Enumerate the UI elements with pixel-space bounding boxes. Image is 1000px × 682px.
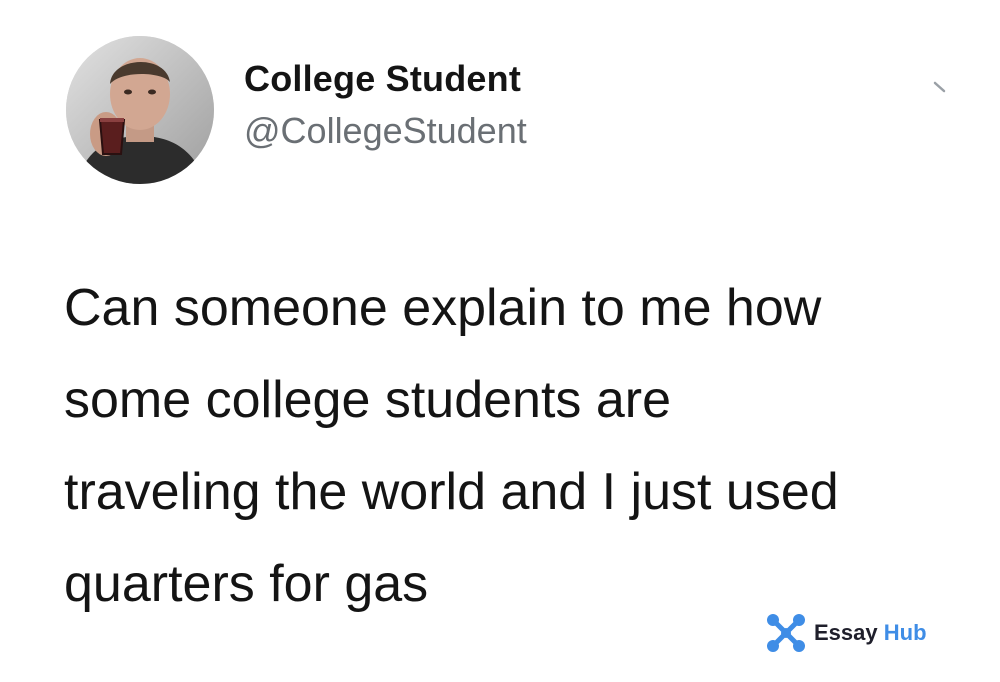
essayhub-logo-icon xyxy=(767,614,805,652)
tweet-text-line: traveling the world and I just used xyxy=(64,463,839,521)
tweet-text-line: Can someone explain to me how xyxy=(64,279,822,337)
avatar[interactable] xyxy=(66,36,214,184)
watermark-brand-second: Hub xyxy=(883,620,927,645)
author-name[interactable]: College Student xyxy=(244,58,521,100)
tweet-text-line: some college students are xyxy=(64,371,672,429)
tweet-card: College Student @CollegeStudent Can some… xyxy=(0,0,1000,682)
watermark: Essay Hub xyxy=(766,612,927,654)
watermark-brand-first: Essay xyxy=(814,620,878,645)
avatar-photo-icon xyxy=(66,36,214,184)
chevron-down-icon[interactable] xyxy=(930,76,952,98)
watermark-brand: Essay Hub xyxy=(814,620,927,646)
tweet-text: Can someone explain to me how some colle… xyxy=(64,262,964,630)
author-handle[interactable]: @CollegeStudent xyxy=(244,110,527,152)
